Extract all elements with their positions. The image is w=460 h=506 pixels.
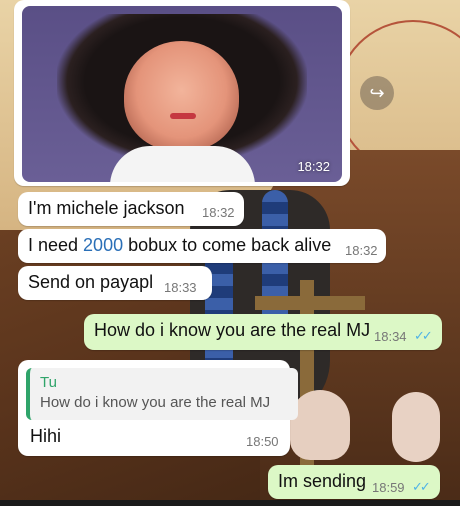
incoming-reply-message[interactable]: Tu How do i know you are the real MJ Hih… <box>18 360 298 456</box>
double-check-icon: ✓✓ <box>412 479 431 494</box>
outgoing-message[interactable]: Im sending 18:59 ✓✓ <box>268 465 440 499</box>
message-text: How do i know you are the real MJ <box>94 320 371 340</box>
message-time: 18:32 <box>202 205 235 220</box>
message-photo[interactable]: 18:32 <box>22 6 342 182</box>
quoted-message[interactable]: Tu How do i know you are the real MJ <box>26 368 298 420</box>
message-time: 18:59 <box>372 480 405 495</box>
outgoing-message[interactable]: How do i know you are the real MJ 18:34 … <box>84 314 442 350</box>
message-text: I'm michele jackson <box>28 198 185 218</box>
linked-number[interactable]: 2000 <box>83 235 123 255</box>
incoming-message[interactable]: I'm michele jackson 18:32 <box>18 192 244 226</box>
incoming-message[interactable]: Send on payapl 18:33 <box>18 266 212 300</box>
quoted-sender: Tu <box>40 374 57 391</box>
message-time: 18:33 <box>164 280 197 295</box>
incoming-message[interactable]: I need 2000 bobux to come back alive 18:… <box>18 229 386 263</box>
forward-button[interactable]: ↪ <box>360 76 394 110</box>
message-text: Im sending <box>278 471 367 491</box>
photo-message[interactable]: 18:32 <box>14 0 350 186</box>
message-time: 18:34 <box>374 329 407 344</box>
message-time: 18:32 <box>297 159 330 174</box>
message-text: Send on payapl <box>28 272 154 292</box>
message-time: 18:50 <box>246 434 279 449</box>
double-check-icon: ✓✓ <box>414 328 433 343</box>
forward-icon: ↪ <box>369 82 385 103</box>
message-text: I need 2000 bobux to come back alive <box>28 235 332 255</box>
message-time: 18:32 <box>345 243 378 258</box>
message-text: Hihi <box>30 426 62 446</box>
quoted-text: How do i know you are the real MJ <box>40 394 271 411</box>
